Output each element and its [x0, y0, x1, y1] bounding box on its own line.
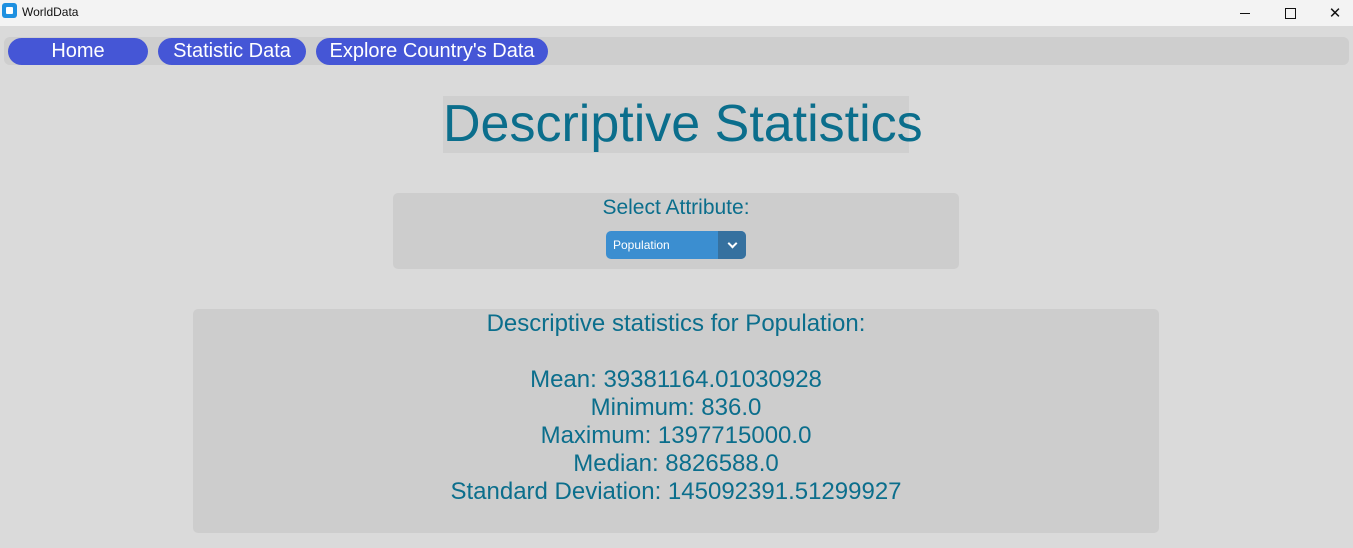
- minimize-button[interactable]: [1222, 0, 1268, 26]
- dropdown-selected-value: Population: [613, 238, 670, 252]
- statistic-data-button[interactable]: Statistic Data: [158, 38, 306, 65]
- chevron-down-icon: [727, 238, 737, 249]
- stat-maximum: Maximum: 1397715000.0: [540, 422, 812, 449]
- statistics-panel: Descriptive statistics for Population: M…: [193, 309, 1159, 533]
- minimize-icon: [1240, 12, 1250, 14]
- close-button[interactable]: ✕: [1312, 0, 1353, 26]
- stat-standard-deviation: Standard Deviation: 145092391.51299927: [450, 478, 902, 505]
- stat-mean: Mean: 39381164.01030928: [530, 366, 822, 393]
- stat-median: Median: 8826588.0: [573, 450, 779, 477]
- attribute-select-panel: Select Attribute: Population: [393, 193, 959, 269]
- stat-minimum: Minimum: 836.0: [590, 394, 762, 421]
- dropdown-arrow-button[interactable]: [718, 231, 746, 259]
- nav-bar: Home Statistic Data Explore Country's Da…: [4, 37, 1349, 65]
- select-attribute-label: Select Attribute:: [602, 196, 750, 219]
- attribute-dropdown[interactable]: Population: [606, 231, 746, 259]
- window-title: WorldData: [22, 5, 79, 19]
- close-icon: ✕: [1328, 4, 1342, 22]
- page-title: Descriptive Statistics: [443, 95, 923, 153]
- maximize-button[interactable]: [1267, 0, 1313, 26]
- home-button[interactable]: Home: [8, 38, 148, 65]
- maximize-icon: [1284, 7, 1296, 19]
- statistics-heading: Descriptive statistics for Population:: [486, 310, 866, 337]
- explore-country-data-button[interactable]: Explore Country's Data: [316, 38, 548, 65]
- title-bar: WorldData ✕: [0, 0, 1353, 26]
- app-icon: [2, 3, 17, 18]
